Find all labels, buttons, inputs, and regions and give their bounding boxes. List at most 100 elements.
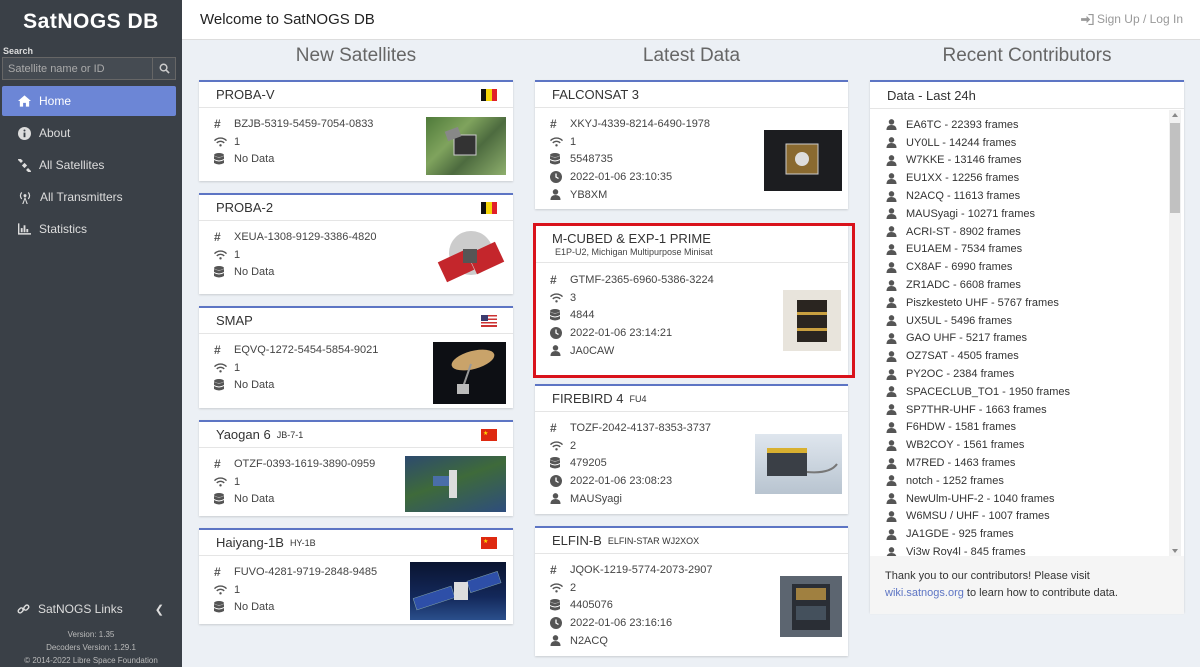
list-item[interactable]: EU1AEM - 7534 frames <box>870 241 1168 259</box>
list-item[interactable]: GAO UHF - 5217 frames <box>870 330 1168 348</box>
last-data-time: 2022-01-06 23:08:23 <box>570 474 673 487</box>
satellite-name[interactable]: Yaogan 6 <box>216 427 271 442</box>
sign-up-login-link[interactable]: Sign Up / Log In <box>1081 12 1183 26</box>
satellite-card-proba-v[interactable]: PROBA-V # BZJB-5319-5459-7054-0833 1 No D… <box>199 80 513 181</box>
sidebar-item-all-transmitters[interactable]: All Transmitters <box>2 182 176 212</box>
scroll-down-arrow[interactable] <box>1172 549 1178 553</box>
list-item[interactable]: F6HDW - 1581 frames <box>870 419 1168 437</box>
version-text: Version: 1.35 <box>67 630 115 639</box>
sign-in-icon <box>1081 13 1094 25</box>
wifi-icon <box>550 136 570 147</box>
card-header: FIREBIRD 4 FU4 <box>535 386 848 412</box>
contributor-entry: Piszkesteto UHF - 5767 frames <box>906 296 1059 309</box>
wiki-link[interactable]: wiki.satnogs.org <box>885 587 964 599</box>
new-satellites-heading: New Satellites <box>295 45 417 66</box>
satellite-name[interactable]: Haiyang-1B <box>216 535 284 550</box>
transmitter-count: 1 <box>234 475 241 488</box>
list-item[interactable]: PY2OC - 2384 frames <box>870 365 1168 383</box>
satellite-name[interactable]: PROBA-V <box>216 87 275 102</box>
user-icon <box>886 386 897 398</box>
frame-count: 4405076 <box>570 599 613 612</box>
latest-data-card-falconsat-3[interactable]: FALCONSAT 3 # XKYJ-4339-8214-6490-1978 1 … <box>535 80 848 209</box>
transmitter-count: 1 <box>234 135 241 148</box>
contributor-entry: MAUSyagi - 10271 frames <box>906 207 1035 220</box>
list-item[interactable]: M7RED - 1463 frames <box>870 454 1168 472</box>
satellite-card-yaogan-6[interactable]: Yaogan 6 JB-7-1 ★ # OTZF-0393-1619-3890-0… <box>199 420 513 516</box>
contributor-entry: Vi3w Roy4l - 845 frames <box>906 546 1026 556</box>
hash-icon: # <box>550 116 557 131</box>
user-icon <box>886 315 897 327</box>
satellite-alt-name: HY-1B <box>289 537 316 548</box>
wifi-icon <box>214 476 234 487</box>
transmitter-count: 1 <box>234 361 241 374</box>
list-item[interactable]: SP7THR-UHF - 1663 frames <box>870 401 1168 419</box>
sidebar-nav: Home About All Satellites All Transmitte… <box>0 86 182 244</box>
sat-id: JQOK-1219-5774-2073-2907 <box>570 563 713 576</box>
list-item[interactable]: ACRI-ST - 8902 frames <box>870 223 1168 241</box>
database-icon <box>550 457 570 469</box>
hash-icon: # <box>214 342 221 357</box>
version-info: Version: 1.35 Decoders Version: 1.29.1 ©… <box>0 628 182 667</box>
sidebar-item-about[interactable]: About <box>2 118 176 148</box>
contributor-name[interactable]: N2ACQ <box>570 635 608 647</box>
contributors-scrollbar[interactable] <box>1169 110 1181 556</box>
contributor-name[interactable]: YB8XM <box>570 189 607 201</box>
list-item[interactable]: EA6TC - 22393 frames <box>870 116 1168 134</box>
link-icon <box>17 603 30 614</box>
contributor-name[interactable]: MAUSyagi <box>570 493 622 505</box>
list-item[interactable]: UY0LL - 14244 frames <box>870 134 1168 152</box>
satellite-name[interactable]: FALCONSAT 3 <box>552 87 639 102</box>
satellite-name[interactable]: ELFIN-B <box>552 533 602 548</box>
contributor-entry: ACRI-ST - 8902 frames <box>906 225 1021 238</box>
contributors-list[interactable]: EA6TC - 22393 frames UY0LL - 14244 frames… <box>870 116 1168 556</box>
clock-icon <box>550 616 570 629</box>
card-header: SMAP <box>199 308 513 334</box>
list-item[interactable]: WB2COY - 1561 frames <box>870 436 1168 454</box>
list-item[interactable]: CX8AF - 6990 frames <box>870 258 1168 276</box>
user-icon <box>886 350 897 362</box>
search-icon <box>159 63 170 74</box>
list-item[interactable]: EU1XX - 12256 frames <box>870 169 1168 187</box>
sidebar-item-all-satellites[interactable]: All Satellites <box>2 150 176 180</box>
contributor-entry: EA6TC - 22393 frames <box>906 118 1019 131</box>
list-item[interactable]: MAUSyagi - 10271 frames <box>870 205 1168 223</box>
list-item[interactable]: SPACECLUB_TO1 - 1950 frames <box>870 383 1168 401</box>
user-icon <box>886 475 897 487</box>
transmitter-count: 1 <box>234 583 241 596</box>
last-data-time: 2022-01-06 23:16:16 <box>570 616 673 629</box>
list-item[interactable]: UX5UL - 5496 frames <box>870 312 1168 330</box>
satellite-card-proba-2[interactable]: PROBA-2 # XEUA-1308-9129-3386-4820 1 No D… <box>199 193 513 294</box>
copyright-text: © 2014-2022 Libre Space Foundation <box>24 656 158 665</box>
list-item[interactable]: W7KKE - 13146 frames <box>870 152 1168 170</box>
flag-china-icon: ★ <box>481 429 497 441</box>
satellite-card-haiyang-1b[interactable]: Haiyang-1B HY-1B ★ # FUVO-4281-9719-2848-… <box>199 528 513 624</box>
scroll-up-arrow[interactable] <box>1172 113 1178 117</box>
latest-data-card-elfin-b[interactable]: ELFIN-B ELFIN-STAR WJ2XOX # JQOK-1219-577… <box>535 526 848 656</box>
contributor-entry: PY2OC - 2384 frames <box>906 368 1015 381</box>
list-item[interactable]: N2ACQ - 11613 frames <box>870 187 1168 205</box>
satnogs-links-toggle[interactable]: SatNOGS Links ❮ <box>0 598 182 620</box>
satellite-name[interactable]: FIREBIRD 4 <box>552 391 624 406</box>
satellite-name[interactable]: SMAP <box>216 313 253 328</box>
satellite-name[interactable]: PROBA-2 <box>216 200 273 215</box>
user-icon <box>886 422 897 433</box>
latest-data-card-firebird-4[interactable]: FIREBIRD 4 FU4 # TOZF-2042-4137-8353-3737… <box>535 384 848 514</box>
sidebar-item-home[interactable]: Home <box>2 86 176 116</box>
list-item[interactable]: ZR1ADC - 6608 frames <box>870 276 1168 294</box>
scrollbar-thumb[interactable] <box>1170 123 1180 213</box>
search-input[interactable] <box>3 58 152 79</box>
list-item[interactable]: Vi3w Roy4l - 845 frames <box>870 543 1168 556</box>
list-item[interactable]: W6MSU / UHF - 1007 frames <box>870 508 1168 526</box>
list-item[interactable]: Piszkesteto UHF - 5767 frames <box>870 294 1168 312</box>
list-item[interactable]: notch - 1252 frames <box>870 472 1168 490</box>
list-item[interactable]: JA1GDE - 925 frames <box>870 525 1168 543</box>
list-item[interactable]: NewUlm-UHF-2 - 1040 frames <box>870 490 1168 508</box>
card-header: FALCONSAT 3 <box>535 82 848 108</box>
search-button[interactable] <box>152 58 175 79</box>
frame-count: No Data <box>234 601 275 614</box>
card-header: ELFIN-B ELFIN-STAR WJ2XOX <box>535 528 848 554</box>
brand-logo[interactable]: SatNOGS DB <box>0 0 182 42</box>
list-item[interactable]: OZ7SAT - 4505 frames <box>870 347 1168 365</box>
sidebar-item-statistics[interactable]: Statistics <box>2 214 176 244</box>
satellite-card-smap[interactable]: SMAP # EQVQ-1272-5454-5854-9021 1 No Data <box>199 306 513 408</box>
